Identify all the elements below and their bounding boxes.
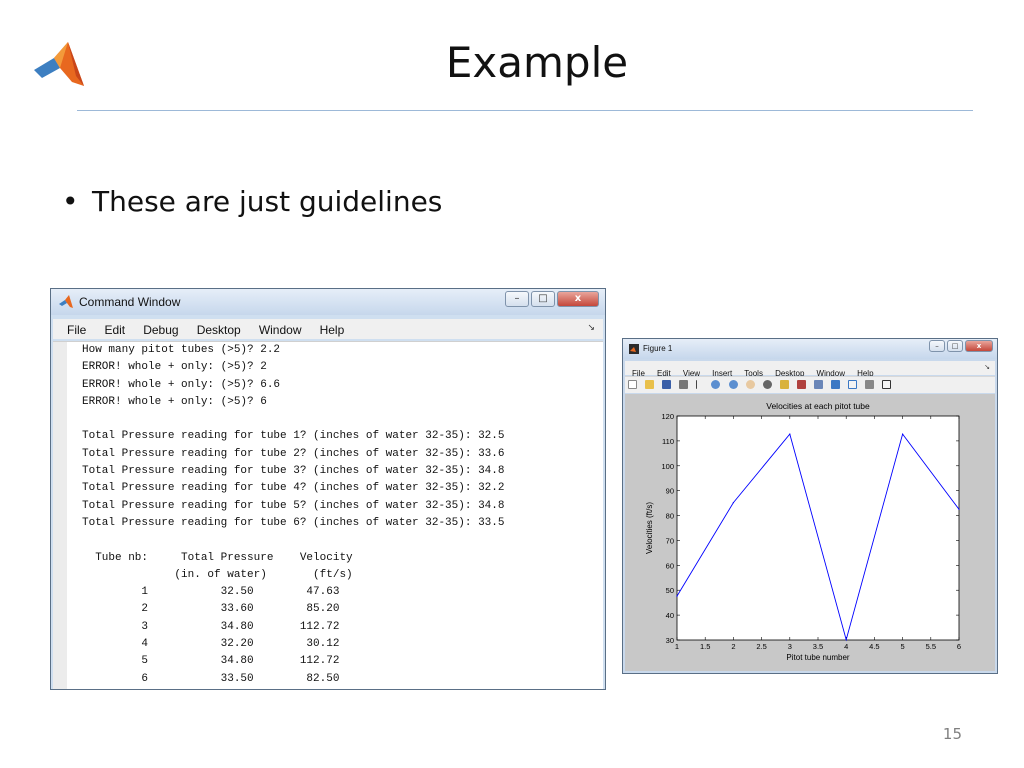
bullet-dot: • (62, 185, 79, 218)
figure-maximize-button[interactable]: □ (947, 340, 963, 352)
menu-edit[interactable]: Edit (104, 323, 125, 337)
y-tick-label: 120 (661, 412, 674, 421)
zoom-out-icon[interactable] (728, 380, 738, 389)
menu-file[interactable]: File (67, 323, 86, 337)
console-text: How many pitot tubes (>5)? 2.2 ERROR! wh… (82, 344, 505, 685)
velocity-chart[interactable]: Velocities at each pitot tube Pitot tube … (625, 394, 997, 671)
brush-icon[interactable] (796, 380, 806, 389)
figure-undock-icon[interactable]: ↘ (984, 363, 990, 371)
x-axis-label: Pitot tube number (786, 653, 849, 662)
show-plot-tools-icon[interactable] (882, 380, 892, 389)
undock-icon[interactable]: ↘ (587, 323, 595, 333)
y-tick-label: 90 (666, 487, 674, 496)
y-tick-label: 30 (666, 636, 674, 645)
figure-title: Figure 1 (643, 344, 673, 353)
y-tick-label: 50 (666, 586, 674, 595)
menu-desktop[interactable]: Desktop (197, 323, 241, 337)
menu-debug[interactable]: Debug (143, 323, 178, 337)
velocity-point (676, 595, 678, 597)
y-tick-label: 100 (661, 462, 674, 471)
rotate-3d-icon[interactable] (762, 380, 772, 389)
figure-close-button[interactable]: x (965, 340, 993, 352)
velocity-point (902, 433, 904, 435)
data-cursor-icon[interactable] (779, 380, 789, 389)
y-tick-label: 70 (666, 536, 674, 545)
console-output[interactable]: How many pitot tubes (>5)? 2.2 ERROR! wh… (53, 341, 603, 689)
x-tick-label: 5 (901, 642, 905, 651)
x-tick-label: 1.5 (700, 642, 710, 651)
figure-window: Figure 1 – □ x File Edit View Insert Too… (622, 338, 998, 674)
figure-toolbar (625, 376, 995, 393)
velocity-point (732, 502, 734, 504)
colorbar-icon[interactable] (831, 380, 841, 389)
pointer-icon[interactable] (696, 380, 704, 389)
x-tick-label: 4.5 (869, 642, 879, 651)
legend-icon[interactable] (848, 380, 858, 389)
minimize-button[interactable]: – (505, 291, 529, 307)
save-icon[interactable] (662, 380, 672, 389)
close-button[interactable]: x (557, 291, 599, 307)
y-tick-label: 40 (666, 611, 674, 620)
x-tick-label: 4 (844, 642, 848, 651)
figure-minimize-button[interactable]: – (929, 340, 945, 352)
x-tick-label: 5.5 (926, 642, 936, 651)
figure-plot-area: Velocities at each pitot tube Pitot tube … (625, 394, 995, 671)
print-icon[interactable] (679, 380, 689, 389)
menu-help[interactable]: Help (320, 323, 345, 337)
figure-titlebar[interactable]: Figure 1 – □ x (623, 339, 997, 359)
bullet-text: These are just guidelines (92, 185, 443, 218)
open-file-icon[interactable] (645, 380, 655, 389)
slide-title: Example (445, 38, 629, 87)
command-window-title: Command Window (79, 295, 181, 309)
command-window-menubar: File Edit Debug Desktop Window Help ↘ (53, 319, 603, 339)
command-window-titlebar[interactable]: Command Window – □ x (51, 289, 605, 315)
chart-title: Velocities at each pitot tube (766, 401, 870, 411)
velocity-point (789, 433, 791, 435)
figure-icon (629, 344, 639, 354)
hide-plot-tools-icon[interactable] (865, 380, 875, 389)
new-figure-icon[interactable] (628, 380, 637, 389)
x-tick-label: 2 (731, 642, 735, 651)
link-plot-icon[interactable] (814, 380, 824, 389)
x-tick-label: 1 (675, 642, 679, 651)
bullet-item: • These are just guidelines (62, 185, 442, 218)
plot-axes-box (676, 415, 960, 641)
y-tick-label: 80 (666, 512, 674, 521)
velocity-point (845, 639, 847, 641)
figure-menubar: File Edit View Insert Tools Desktop Wind… (625, 361, 995, 378)
zoom-in-icon[interactable] (711, 380, 721, 389)
command-window: Command Window – □ x File Edit Debug Des… (50, 288, 606, 690)
matlab-icon (59, 295, 73, 308)
x-tick-label: 3.5 (813, 642, 823, 651)
page-number: 15 (942, 725, 962, 743)
console-gutter (53, 342, 67, 689)
y-axis-label: Velocities (ft/s) (645, 502, 654, 554)
velocity-point (958, 508, 960, 510)
y-tick-label: 60 (666, 561, 674, 570)
menu-window[interactable]: Window (259, 323, 302, 337)
maximize-button[interactable]: □ (531, 291, 555, 307)
x-tick-label: 3 (788, 642, 792, 651)
window-controls: – □ x (503, 291, 599, 307)
title-divider (77, 110, 973, 111)
figure-window-controls: – □ x (927, 340, 993, 352)
x-tick-label: 2.5 (756, 642, 766, 651)
y-tick-label: 110 (662, 437, 674, 446)
pan-icon[interactable] (745, 380, 755, 389)
x-tick-label: 6 (957, 642, 961, 651)
